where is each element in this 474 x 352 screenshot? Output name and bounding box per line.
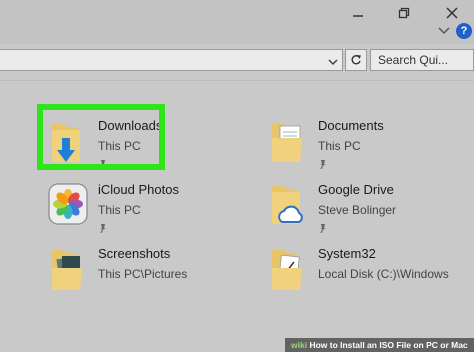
item-name: Google Drive bbox=[318, 182, 394, 197]
icloud-photos-icon bbox=[48, 183, 88, 225]
chevron-down-icon[interactable] bbox=[438, 24, 450, 36]
help-glyph: ? bbox=[460, 25, 468, 37]
item-location: Local Disk (C:)\Windows bbox=[318, 267, 449, 281]
item-location: Steve Bolinger bbox=[318, 203, 397, 217]
quick-access-item-screenshots[interactable]: Screenshots This PC\Pictures bbox=[48, 246, 258, 304]
documents-folder-icon bbox=[272, 124, 302, 162]
search-input[interactable]: Search Qui... bbox=[370, 49, 474, 71]
minimize-icon bbox=[353, 15, 363, 17]
google-drive-folder-icon bbox=[272, 186, 303, 224]
help-button[interactable]: ? bbox=[456, 23, 472, 39]
caption-banner: wiki How to Install an ISO File on PC or… bbox=[285, 338, 474, 352]
screenshots-folder-icon bbox=[52, 250, 82, 290]
item-location: This PC bbox=[98, 203, 141, 217]
quick-access-item-icloud-photos[interactable]: iCloud Photos This PC bbox=[48, 182, 258, 240]
refresh-button[interactable] bbox=[345, 49, 367, 71]
title-bar: ? bbox=[0, 0, 474, 44]
close-button[interactable] bbox=[434, 2, 470, 24]
address-dropdown-icon[interactable] bbox=[327, 56, 339, 68]
pin-icon bbox=[100, 224, 106, 233]
downloads-highlight-box bbox=[37, 104, 165, 170]
pin-icon bbox=[320, 160, 326, 169]
quick-access-item-google-drive[interactable]: Google Drive Steve Bolinger bbox=[268, 182, 474, 240]
wiki-brand: wiki bbox=[291, 340, 308, 350]
item-location: This PC bbox=[318, 139, 361, 153]
item-name: iCloud Photos bbox=[98, 182, 179, 197]
address-field[interactable] bbox=[0, 49, 343, 71]
close-icon bbox=[446, 7, 458, 19]
minimize-button[interactable] bbox=[340, 2, 376, 24]
quick-access-item-documents[interactable]: Documents This PC bbox=[268, 118, 474, 176]
item-name: Screenshots bbox=[98, 246, 171, 261]
item-name: Documents bbox=[318, 118, 384, 133]
divider bbox=[0, 80, 474, 81]
system32-folder-icon bbox=[272, 250, 302, 290]
address-bar-row: Search Qui... bbox=[0, 48, 474, 76]
quick-access-item-system32[interactable]: System32 Local Disk (C:)\Windows bbox=[268, 246, 474, 304]
restore-button[interactable] bbox=[386, 2, 422, 24]
pin-icon bbox=[320, 224, 326, 233]
item-name: System32 bbox=[318, 246, 376, 261]
caption-text: How to Install an ISO File on PC or Mac bbox=[309, 340, 468, 350]
refresh-icon bbox=[351, 55, 361, 65]
item-location: This PC\Pictures bbox=[98, 267, 188, 281]
restore-icon bbox=[398, 7, 410, 19]
